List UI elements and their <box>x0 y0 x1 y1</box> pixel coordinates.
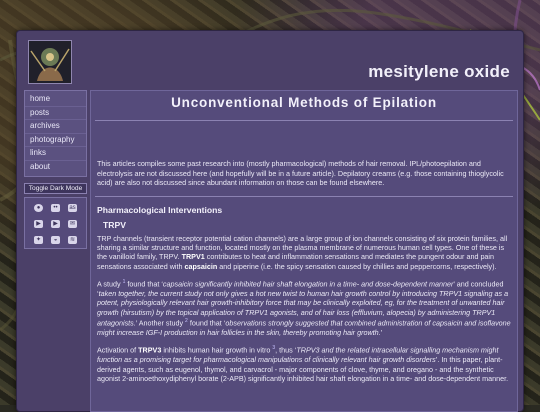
sub-heading-trpv: TRPV <box>103 219 126 230</box>
social-links: ● •• as ▶ ▶ ✉ ✦ ◒ ≋ <box>24 196 87 249</box>
divider <box>95 195 513 197</box>
main-nav: home posts archives photography links ab… <box>24 90 87 177</box>
paragraph-trpv3: Activation of TRPV3 inhibits human hair … <box>97 345 509 383</box>
nav-item-home[interactable]: home <box>25 93 86 107</box>
nav-item-about[interactable]: about <box>25 161 86 174</box>
nav-item-links[interactable]: links <box>25 147 86 161</box>
rss-icon[interactable]: ≋ <box>68 235 77 244</box>
github-icon[interactable]: ● <box>34 203 43 212</box>
twitter-icon[interactable]: ✦ <box>34 235 43 244</box>
youtube-icon[interactable]: ▶ <box>51 219 60 228</box>
paragraph-trp-channels: TRP channels (transient receptor potenti… <box>97 233 508 271</box>
lastfm-icon[interactable]: as <box>68 203 77 212</box>
article-content: Unconventional Methods of Epilation This… <box>90 90 518 412</box>
discord-icon[interactable]: ◒ <box>51 235 60 244</box>
email-icon[interactable]: ✉ <box>68 219 77 228</box>
sidebar: home posts archives photography links ab… <box>24 90 87 249</box>
site-logo[interactable] <box>28 40 72 84</box>
page-title: Unconventional Methods of Epilation <box>171 95 437 110</box>
nav-item-posts[interactable]: posts <box>25 107 86 121</box>
nav-item-photography[interactable]: photography <box>25 134 86 148</box>
dark-mode-toggle-button[interactable]: Toggle Dark Mode <box>24 182 87 194</box>
site-header: mesitylene oxide <box>24 38 516 88</box>
flickr-icon[interactable]: •• <box>51 203 60 212</box>
nav-item-archives[interactable]: archives <box>25 120 86 134</box>
site-title[interactable]: mesitylene oxide <box>368 62 510 82</box>
intro-paragraph: This articles compiles some past researc… <box>97 159 504 187</box>
youtube-icon[interactable]: ▶ <box>34 219 43 228</box>
section-heading: Pharmacological Interventions <box>97 204 223 215</box>
paragraph-capsaicin-study: A study 1 found that ‘capsaicin signific… <box>97 279 511 337</box>
